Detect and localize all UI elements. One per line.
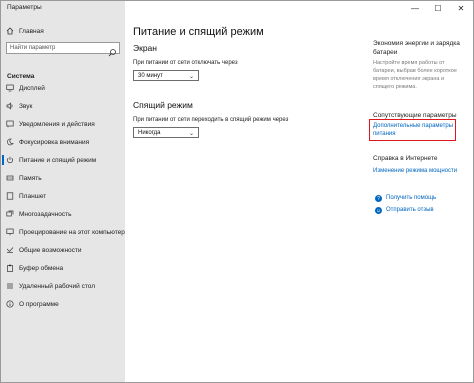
storage-icon [6, 174, 14, 182]
sidebar-item-label: Питание и спящий режим [19, 156, 97, 164]
sidebar-item-notifications[interactable]: Уведомления и действия [1, 117, 125, 131]
screen-timeout-value: 30 минут [138, 73, 163, 79]
maximize-button[interactable]: ☐ [428, 2, 448, 14]
related-settings-heading: Сопутствующие параметры [373, 112, 457, 119]
sidebar-item-display[interactable]: Дисплей [1, 81, 125, 95]
main-content: Питание и спящий режим Экран При питании… [125, 15, 473, 382]
sidebar-item-storage[interactable]: Память [1, 171, 125, 185]
sidebar-item-label: Планшет [19, 192, 47, 200]
sidebar-item-about[interactable]: О программе [1, 297, 125, 311]
get-help-link[interactable]: Получить помощь [386, 194, 436, 202]
power-icon [6, 156, 14, 164]
active-indicator [2, 155, 4, 165]
help-icon: ? [375, 195, 382, 202]
minimize-button[interactable]: — [405, 2, 425, 14]
sidebar-item-sound[interactable]: Звук [1, 99, 125, 113]
battery-description-line4: спящего режима. [373, 84, 417, 90]
shared-experiences-icon [6, 246, 14, 254]
moon-icon [6, 138, 14, 146]
info-icon [6, 300, 14, 308]
search-input[interactable]: Найти параметр [6, 42, 120, 57]
sidebar-item-focus-assist[interactable]: Фокусировка внимания [1, 135, 125, 149]
page-title: Питание и спящий режим [133, 26, 264, 38]
battery-description-line1: Настройте время работы от [373, 60, 445, 66]
sidebar-item-label: Память [19, 174, 42, 182]
sidebar-home-label: Главная [19, 27, 44, 35]
sidebar-item-clipboard[interactable]: Буфер обмена [1, 261, 125, 275]
projecting-icon [6, 228, 14, 236]
display-icon [6, 84, 14, 92]
sidebar-item-multitasking[interactable]: Многозадачность [1, 207, 125, 221]
sidebar-section-heading: Система [7, 73, 35, 80]
sidebar-item-label: Уведомления и действия [19, 120, 95, 128]
sleep-timeout-value: Никогда [138, 130, 161, 136]
sidebar-item-label: Буфер обмена [19, 264, 64, 272]
home-icon [6, 27, 14, 35]
sidebar-item-remote-desktop[interactable]: Удаленный рабочий стол [1, 279, 125, 293]
sidebar-item-projecting[interactable]: Проецирование на этот компьютер [1, 225, 125, 239]
additional-power-settings-link[interactable]: Дополнительные параметры [373, 122, 453, 130]
screen-heading: Экран [133, 43, 157, 53]
titlebar-controls: — ☐ ✕ [125, 1, 473, 15]
online-help-heading: Справка в Интернете [373, 155, 438, 162]
sidebar: Главная Найти параметр Система Дисплей З… [1, 15, 125, 382]
titlebar: Параметры [1, 1, 125, 15]
sidebar-item-shared-experiences[interactable]: Общие возможности [1, 243, 125, 257]
sidebar-item-tablet[interactable]: Планшет [1, 189, 125, 203]
battery-heading-line2: батареи [373, 49, 398, 56]
clipboard-icon [6, 264, 14, 272]
sidebar-item-label: Удаленный рабочий стол [19, 282, 96, 290]
close-button[interactable]: ✕ [451, 2, 471, 14]
sleep-heading: Спящий режим [133, 100, 193, 110]
multitasking-icon [6, 210, 14, 218]
settings-window: Параметры — ☐ ✕ Главная Найти параметр С… [0, 0, 474, 383]
sidebar-home[interactable]: Главная [1, 24, 125, 38]
sidebar-item-label: Фокусировка внимания [19, 138, 90, 146]
sidebar-item-label: Звук [19, 102, 33, 110]
chevron-down-icon: ⌄ [188, 74, 194, 80]
feedback-icon: ☺ [375, 207, 382, 214]
speaker-icon [6, 102, 14, 110]
sleep-timeout-dropdown[interactable]: Никогда ⌄ [133, 127, 199, 138]
remote-desktop-icon [6, 282, 14, 290]
battery-description-line3: время отключения экрана и [373, 76, 445, 82]
send-feedback-link[interactable]: Отправить отзыв [386, 206, 434, 214]
screen-timeout-dropdown[interactable]: 30 минут ⌄ [133, 70, 199, 81]
sidebar-item-label: О программе [19, 300, 59, 308]
change-power-mode-link[interactable]: Изменение режима мощности [373, 167, 457, 175]
screen-timeout-label: При питании от сети отключать через [133, 60, 238, 66]
search-icon[interactable] [108, 44, 117, 57]
sidebar-item-label: Дисплей [19, 84, 45, 92]
battery-description-line2: батареи, выбрав более короткое [373, 68, 457, 74]
sidebar-item-label: Общие возможности [19, 246, 82, 254]
battery-heading-line1: Экономия энергии и зарядка [373, 40, 460, 47]
sidebar-item-power-sleep[interactable]: Питание и спящий режим [1, 153, 125, 167]
tablet-icon [6, 192, 14, 200]
search-placeholder: Найти параметр [10, 45, 56, 51]
sidebar-item-label: Многозадачность [19, 210, 72, 218]
additional-power-settings-link-line2[interactable]: питания [373, 130, 396, 138]
sidebar-item-label: Проецирование на этот компьютер [19, 228, 125, 236]
window-title: Параметры [7, 4, 42, 11]
sleep-timeout-label: При питании от сети переходить в спящий … [133, 117, 289, 123]
chevron-down-icon: ⌄ [188, 131, 194, 137]
notifications-icon [6, 120, 14, 128]
